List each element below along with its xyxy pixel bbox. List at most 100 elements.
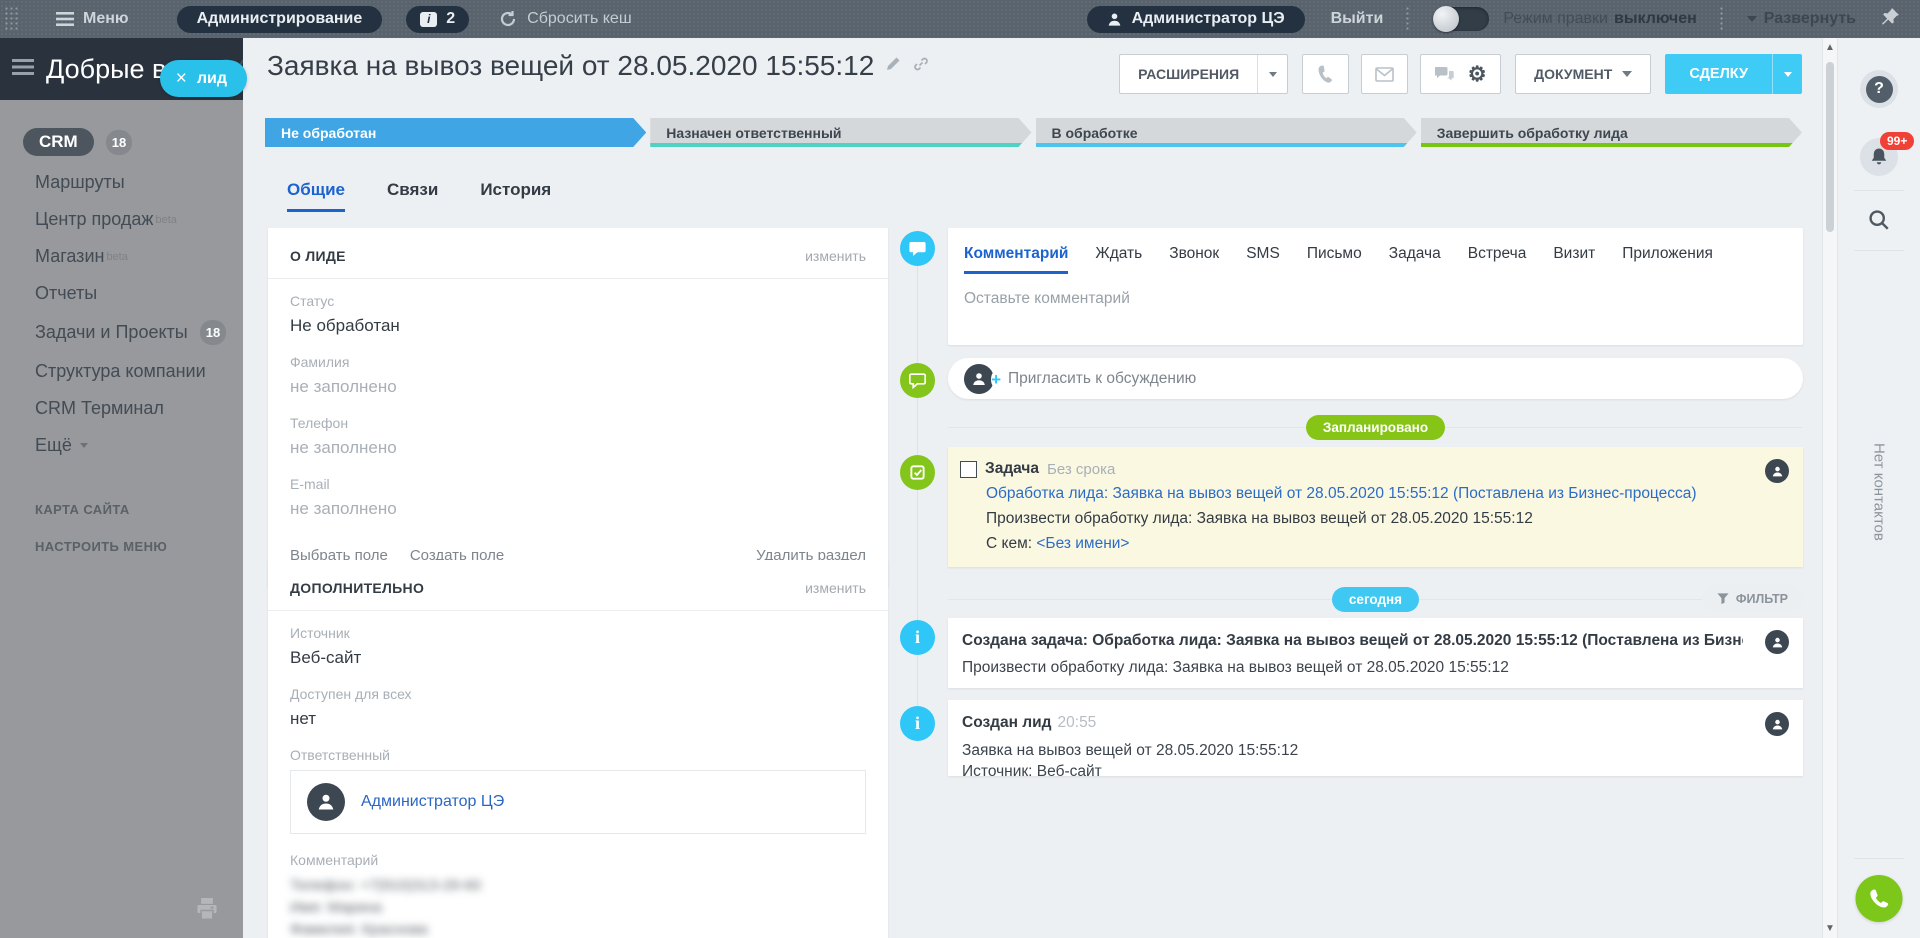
task-type-label: Задача [985,460,1039,478]
vertical-scrollbar[interactable]: ▲ ▼ [1822,38,1838,938]
drag-handle-icon[interactable] [4,6,18,32]
pin-button[interactable] [1880,7,1900,32]
person-icon [971,371,987,387]
invite-label: Пригласить к обсуждению [1008,370,1196,388]
entry-link[interactable]: Произвести обработку лида: Заявка на выв… [962,659,1743,677]
about-card-title: О ЛИДЕ [290,248,346,264]
search-button[interactable] [1867,208,1891,237]
about-edit-link[interactable]: изменить [805,248,866,264]
start-call-button[interactable] [1856,875,1903,922]
scrollbar-thumb[interactable] [1826,62,1834,232]
additional-edit-link[interactable]: изменить [805,580,866,596]
top-menu-button[interactable]: Меню [56,10,129,28]
additional-card: ДОПОЛНИТЕЛЬНО изменить Источник Веб-сайт… [268,560,888,938]
composer-tab-meeting[interactable]: Встреча [1468,245,1527,274]
stage-finish-processing[interactable]: Завершить обработку лида [1421,118,1802,147]
sidebar-item-more[interactable]: Ещё [23,435,243,456]
call-button[interactable] [1302,54,1349,94]
composer-tab-sms[interactable]: SMS [1246,245,1280,274]
task-with-link[interactable]: <Без имени> [1036,535,1129,552]
detail-tabs: Общие Связи История [287,180,551,212]
current-user-button[interactable]: Администратор ЦЭ [1087,6,1305,33]
configure-menu-link[interactable]: НАСТРОИТЬ МЕНЮ [35,539,243,554]
field-available-for-all: Доступен для всех нет [290,686,866,729]
bitrix-crm-lead-page: Меню Администрирование i 2 Сбросить кеш … [0,0,1920,938]
field-status: Статус Не обработан [290,293,866,336]
beta-label: beta [106,251,127,263]
gear-icon: ⚙ [1468,62,1487,87]
administration-button[interactable]: Администрирование [177,6,383,33]
composer-tab-wait[interactable]: Ждать [1095,245,1142,274]
tab-history[interactable]: История [480,180,551,212]
reset-cache-button[interactable]: Сбросить кеш [499,10,631,28]
stage-underline [650,143,1031,147]
rail-divider [1854,250,1904,251]
edit-title-button[interactable] [886,56,901,76]
entry-title: Создан лид [962,714,1052,731]
comment-blurred-text: Телефон: +7(910)313-29-60 Имя: Марина Фа… [290,875,866,938]
copy-link-button[interactable] [913,56,929,77]
responsible-name-link[interactable]: Администратор ЦЭ [361,793,504,811]
rail-divider [1854,858,1904,859]
edit-mode-toggle[interactable] [1433,7,1489,31]
printer-icon[interactable] [195,898,219,925]
entry-author-avatar[interactable] [1765,630,1789,654]
invite-to-discussion[interactable]: + Пригласить к обсуждению [948,358,1803,399]
sidebar-item-reports[interactable]: Отчеты [23,283,243,304]
composer-tabs: Комментарий Ждать Звонок SMS Письмо Зада… [948,228,1803,274]
sidebar-item-crm-terminal[interactable]: CRM Терминал [23,398,243,419]
avatar [307,783,345,821]
sidebar-item-tasks-projects[interactable]: Задачи и Проекты18 [23,320,243,345]
composer-tab-task[interactable]: Задача [1389,245,1441,274]
settings-button[interactable]: ⚙ [1454,54,1501,94]
no-contacts-label: Нет контактов [1871,443,1888,541]
notifications-counter-button[interactable]: i 2 [406,6,469,33]
stage-in-progress[interactable]: В обработке [1036,118,1417,147]
funnel-icon [1717,593,1729,605]
document-button[interactable]: ДОКУМЕНТ [1515,54,1651,94]
task-header-row: Задача Без срока [960,460,1787,478]
filter-button[interactable]: ФИЛЬТР [1702,585,1803,612]
tab-general[interactable]: Общие [287,180,345,212]
help-button[interactable]: ? [1860,70,1898,108]
sidebar-item-crm[interactable]: CRM 18 [23,128,243,156]
stage-not-processed[interactable]: Не обработан [265,118,646,147]
sidebar-item-routes[interactable]: Маршруты [23,172,243,193]
task-author-avatar[interactable] [1765,459,1789,483]
task-checkbox[interactable] [960,461,977,478]
lead-filter-chip[interactable]: × лид [160,60,247,97]
composer-tab-call[interactable]: Звонок [1169,245,1219,274]
email-button[interactable] [1361,54,1408,94]
tab-relations[interactable]: Связи [387,180,438,212]
notifications-button[interactable]: 99+ [1860,138,1898,176]
deal-dropdown[interactable] [1772,54,1802,94]
sidebar-menu: CRM 18 Маршруты Центр продажbeta Магазин… [0,100,243,456]
expand-button[interactable]: Развернуть [1747,10,1856,28]
planned-separator: Запланировано [948,413,1803,441]
close-icon[interactable]: × [176,69,187,88]
task-title-link[interactable]: Обработка лида: Заявка на вывоз вещей от… [986,485,1787,503]
invite-stream-icon [900,363,935,398]
composer-tab-apps[interactable]: Приложения [1622,245,1713,274]
sidebar-hamburger-icon[interactable] [12,59,34,80]
sitemap-link[interactable]: КАРТА САЙТА [35,502,243,517]
composer-tab-comment[interactable]: Комментарий [964,245,1068,274]
logout-link[interactable]: Выйти [1331,10,1384,28]
entry-author-avatar[interactable] [1765,712,1789,736]
scroll-down-arrow[interactable]: ▼ [1823,923,1837,934]
comment-input[interactable]: Оставьте комментарий [948,274,1803,324]
planned-badge: Запланировано [1306,415,1445,440]
invite-avatar: + [964,364,994,394]
scroll-up-arrow[interactable]: ▲ [1823,42,1837,53]
create-deal-button[interactable]: СДЕЛКУ [1665,54,1802,94]
composer-tab-visit[interactable]: Визит [1553,245,1595,274]
extensions-button[interactable]: РАСШИРЕНИЯ [1119,54,1288,94]
sidebar-item-sales-center[interactable]: Центр продажbeta [23,209,243,230]
extensions-dropdown[interactable] [1257,55,1287,93]
sidebar-item-company-structure[interactable]: Структура компании [23,361,243,382]
link-icon [913,56,929,72]
sidebar-item-shop[interactable]: Магазинbeta [23,246,243,267]
topbar-right: Администратор ЦЭ Выйти Режим правкивыклю… [1087,6,1920,33]
composer-tab-email[interactable]: Письмо [1307,245,1362,274]
stage-responsible-assigned[interactable]: Назначен ответственный [650,118,1031,147]
